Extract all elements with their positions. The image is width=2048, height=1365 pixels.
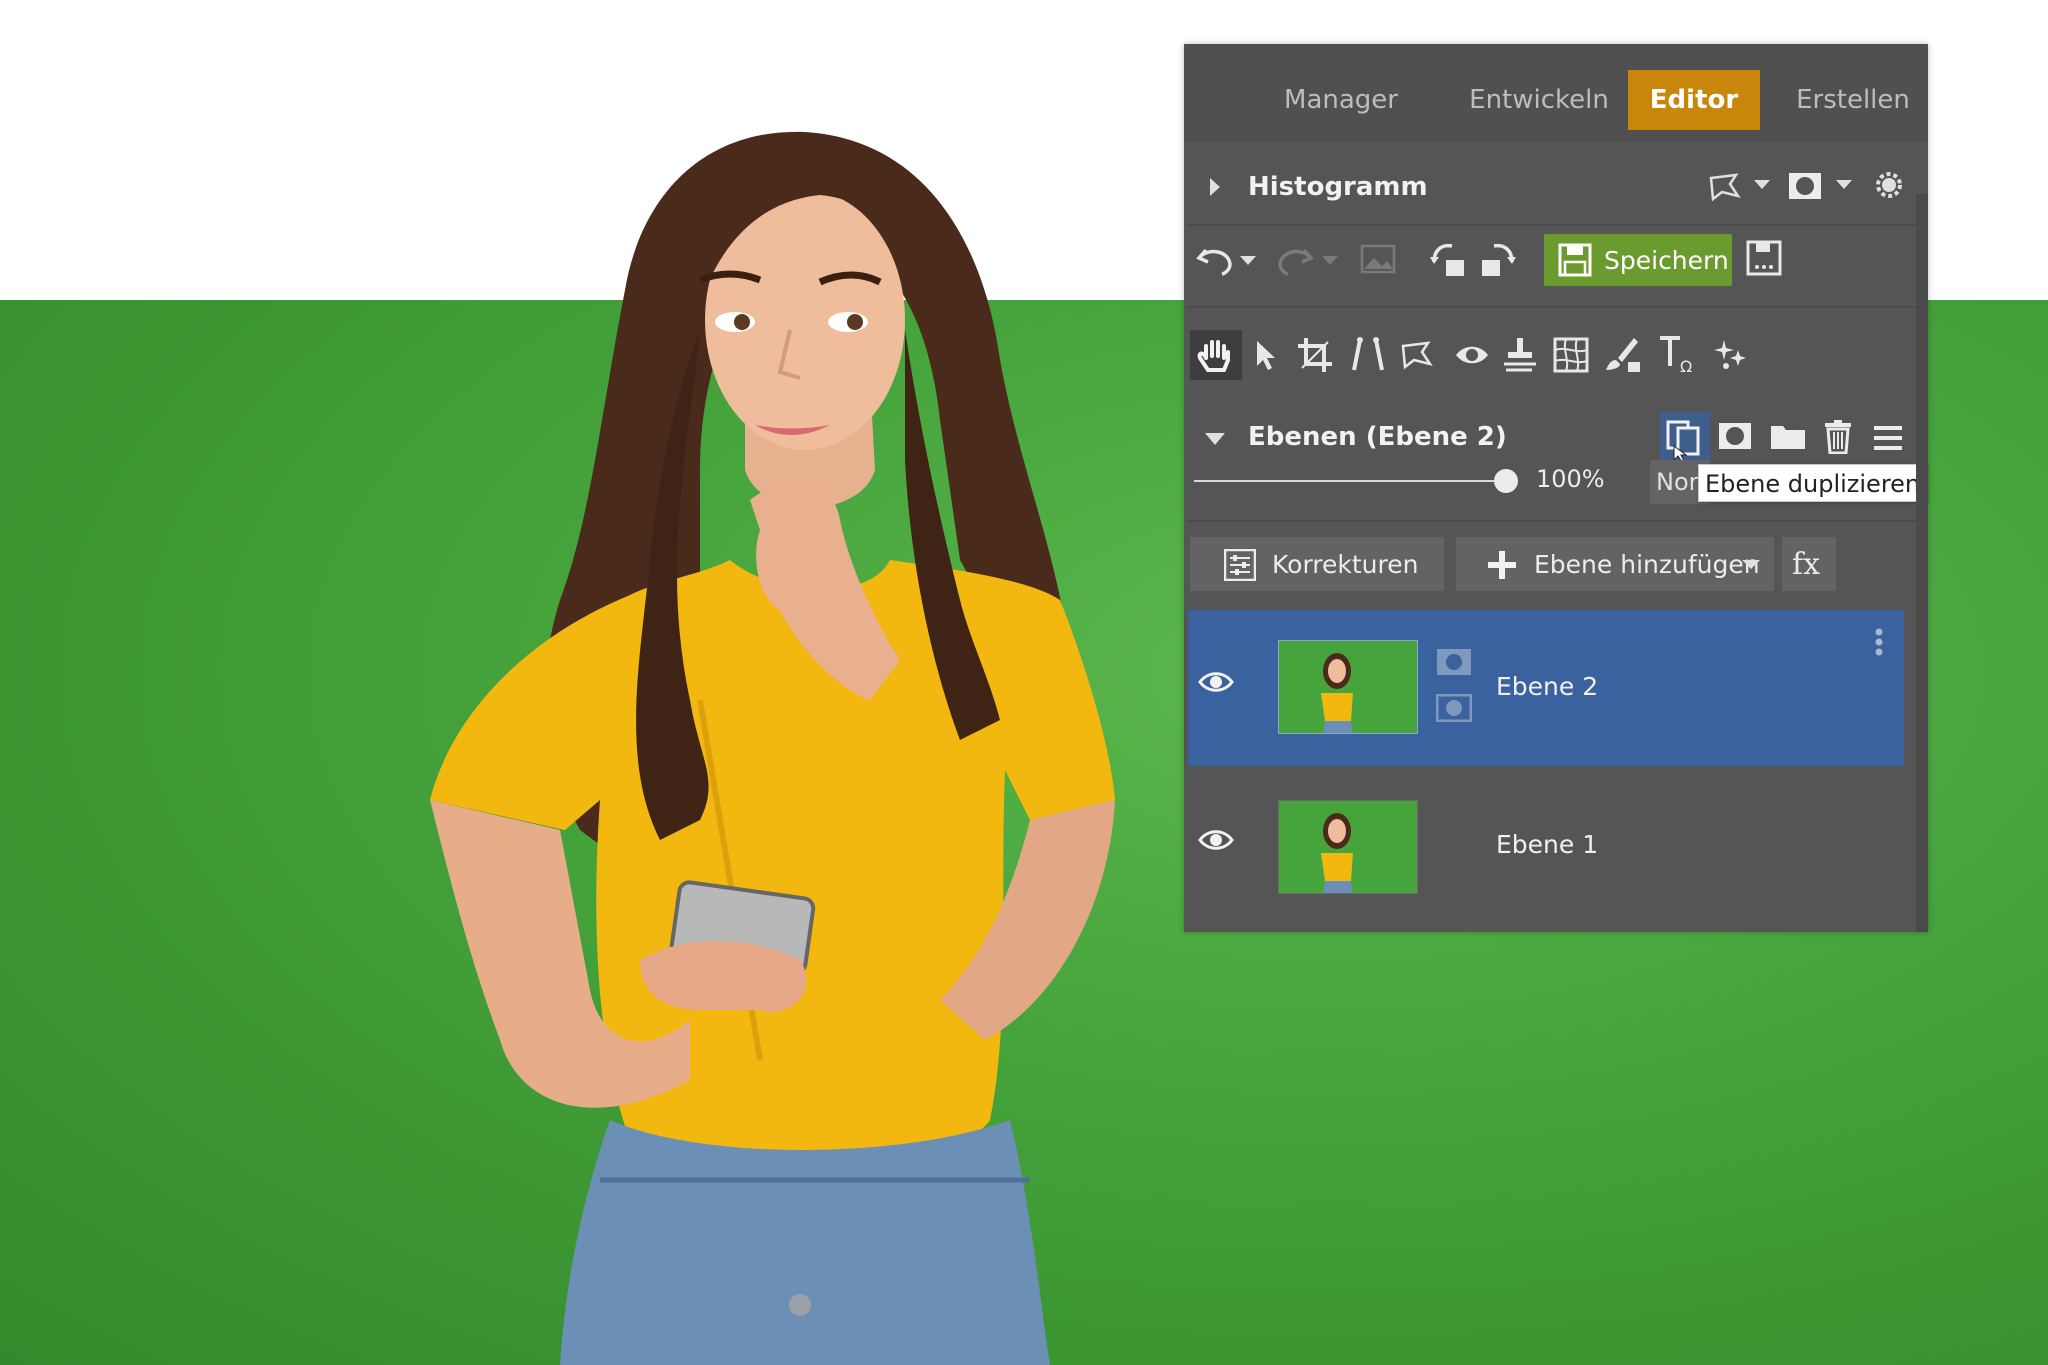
layer-row[interactable]: Ebene 2 xyxy=(1188,610,1904,766)
mask-icon[interactable] xyxy=(1788,172,1822,200)
undo-dropdown-icon[interactable] xyxy=(1240,256,1256,266)
panel-scrollbar[interactable] xyxy=(1916,194,1928,932)
undo-icon[interactable] xyxy=(1196,242,1234,276)
layer-mask-icon[interactable] xyxy=(1718,422,1752,450)
collapse-arrow-icon[interactable] xyxy=(1204,432,1226,446)
menu-icon[interactable] xyxy=(1874,424,1902,452)
fx-button[interactable]: fx xyxy=(1782,537,1836,591)
expand-arrow-icon[interactable] xyxy=(1208,176,1222,198)
dropdown-arrow-icon[interactable] xyxy=(1754,180,1770,190)
corrections-label: Korrekturen xyxy=(1272,550,1419,579)
redeye-tool-icon[interactable] xyxy=(1454,342,1490,368)
layer-thumbnail xyxy=(1278,800,1418,894)
layer-thumbnail xyxy=(1278,640,1418,734)
layer-mask-indicator-icon xyxy=(1436,694,1472,722)
more-options-icon[interactable] xyxy=(1874,628,1884,660)
editor-panel: Manager Entwickeln Editor Erstellen Hist… xyxy=(1184,44,1928,932)
selection-tool-icon[interactable] xyxy=(1400,340,1434,370)
clone-tool-icon[interactable] xyxy=(1502,336,1538,374)
eye-icon[interactable] xyxy=(1198,670,1234,694)
add-layer-label: Ebene hinzufügen xyxy=(1534,550,1760,579)
pointer-tool-icon[interactable] xyxy=(1252,338,1280,372)
adjustments-icon xyxy=(1224,549,1256,581)
transform-grid-icon[interactable] xyxy=(1552,336,1590,374)
layer-mask-indicator-icon xyxy=(1436,648,1472,676)
layers-header[interactable]: Ebenen (Ebene 2) xyxy=(1188,410,1916,468)
redo-icon[interactable] xyxy=(1276,242,1314,276)
redo-dropdown-icon[interactable] xyxy=(1322,256,1338,266)
add-layer-button[interactable]: Ebene hinzufügen xyxy=(1456,537,1774,591)
dropdown-arrow-icon[interactable] xyxy=(1836,180,1852,190)
settings-icon[interactable] xyxy=(1872,168,1906,202)
tab-manager[interactable]: Manager xyxy=(1276,70,1406,130)
selection-icon[interactable] xyxy=(1708,172,1742,202)
tab-erstellen[interactable]: Erstellen xyxy=(1788,70,1918,130)
module-tabs: Manager Entwickeln Editor Erstellen xyxy=(1184,44,1928,142)
plus-icon xyxy=(1486,549,1518,581)
hand-tool-icon[interactable] xyxy=(1190,330,1242,380)
layer-name: Ebene 2 xyxy=(1496,672,1599,701)
opacity-slider-track[interactable] xyxy=(1194,480,1504,482)
tab-editor[interactable]: Editor xyxy=(1628,70,1760,130)
save-as-icon[interactable] xyxy=(1746,240,1782,278)
save-button-label: Speichern xyxy=(1604,246,1729,275)
dropdown-arrow-icon[interactable] xyxy=(1742,560,1760,570)
fx-label: fx xyxy=(1792,547,1821,582)
layers-title: Ebenen (Ebene 2) xyxy=(1248,422,1507,452)
histogram-title: Histogramm xyxy=(1248,172,1428,202)
eye-icon[interactable] xyxy=(1198,828,1234,852)
tab-entwickeln[interactable]: Entwickeln xyxy=(1454,70,1624,130)
brush-tool-icon[interactable] xyxy=(1604,336,1642,374)
effects-tool-icon[interactable] xyxy=(1714,338,1748,372)
save-icon xyxy=(1558,243,1592,277)
layer-row[interactable]: Ebene 1 xyxy=(1188,768,1904,924)
duplicate-layer-icon[interactable] xyxy=(1660,412,1710,464)
rotate-right-icon[interactable] xyxy=(1480,240,1516,278)
corrections-button[interactable]: Korrekturen xyxy=(1190,537,1444,591)
folder-icon[interactable] xyxy=(1770,422,1806,450)
trash-icon[interactable] xyxy=(1824,420,1852,454)
rotate-left-icon[interactable] xyxy=(1430,240,1466,278)
text-tool-icon[interactable]: Ω xyxy=(1658,334,1698,374)
opacity-value: 100% xyxy=(1536,465,1605,493)
histogram-header[interactable]: Histogramm xyxy=(1188,160,1916,218)
layer-name: Ebene 1 xyxy=(1496,830,1599,859)
tooltip: Ebene duplizieren xyxy=(1698,464,1928,502)
save-button[interactable]: Speichern xyxy=(1544,234,1732,286)
svg-text:Ω: Ω xyxy=(1680,357,1692,374)
perspective-tool-icon[interactable] xyxy=(1350,336,1386,374)
crop-tool-icon[interactable] xyxy=(1296,336,1334,374)
image-icon[interactable] xyxy=(1360,244,1396,274)
opacity-slider-handle[interactable] xyxy=(1494,469,1518,493)
